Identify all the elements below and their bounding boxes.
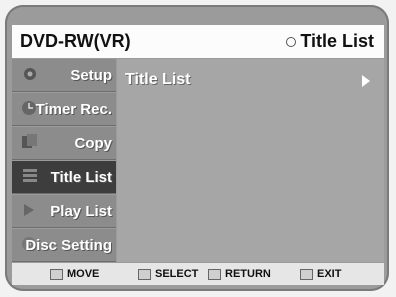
- return-hint: RETURN: [208, 268, 271, 280]
- title-list-row[interactable]: Title List: [125, 67, 376, 91]
- return-key-icon: [208, 268, 221, 280]
- title-list-row-label: Title List: [125, 71, 191, 88]
- move-key-icon: [50, 268, 63, 280]
- list-icon: [20, 167, 40, 185]
- sidebar-item-label: Title List: [50, 169, 112, 186]
- move-hint: MOVE: [50, 268, 99, 280]
- playlist-icon: [20, 201, 40, 219]
- arrow-right-icon: [362, 75, 370, 87]
- select-key-icon: [138, 268, 151, 280]
- sidebar-item-label: Copy: [74, 135, 113, 152]
- sidebar-item-title-list[interactable]: Title List: [12, 161, 116, 194]
- sidebar-item-label: Play List: [50, 203, 112, 220]
- move-label: MOVE: [67, 268, 100, 280]
- header-bar: DVD-RW(VR) Title List: [12, 25, 384, 58]
- sidebar-item-label: Setup: [70, 67, 112, 84]
- sidebar: Setup Timer Rec. Copy Title List Play Li…: [12, 59, 116, 262]
- exit-hint: EXIT: [300, 268, 341, 280]
- sidebar-item-setup[interactable]: Setup: [12, 59, 116, 92]
- disc-type-title: DVD-RW(VR): [20, 31, 131, 51]
- exit-label: EXIT: [317, 268, 342, 280]
- current-menu-title: Title List: [286, 31, 374, 52]
- indicator-dot-icon: [286, 36, 297, 47]
- sidebar-item-play-list[interactable]: Play List: [12, 195, 116, 228]
- dvd-menu-screen: DVD-RW(VR) Title List Setup Timer Rec. C…: [5, 5, 389, 291]
- current-menu-label: Title List: [300, 31, 374, 51]
- sidebar-item-copy[interactable]: Copy: [12, 127, 116, 160]
- sidebar-item-disc-setting[interactable]: Disc Setting: [12, 229, 116, 262]
- copy-icon: [20, 133, 40, 151]
- sidebar-item-label: Timer Rec.: [35, 101, 112, 118]
- gear-icon: [20, 65, 40, 83]
- footer-key-guide: MOVE SELECT RETURN EXIT: [12, 263, 384, 285]
- sidebar-item-timer-rec[interactable]: Timer Rec.: [12, 93, 116, 126]
- select-label: SELECT: [155, 268, 199, 280]
- main-panel: Title List: [117, 59, 384, 262]
- sidebar-item-label: Disc Setting: [25, 237, 112, 254]
- exit-key-icon: [300, 268, 313, 280]
- return-label: RETURN: [225, 268, 271, 280]
- select-hint: SELECT: [138, 268, 198, 280]
